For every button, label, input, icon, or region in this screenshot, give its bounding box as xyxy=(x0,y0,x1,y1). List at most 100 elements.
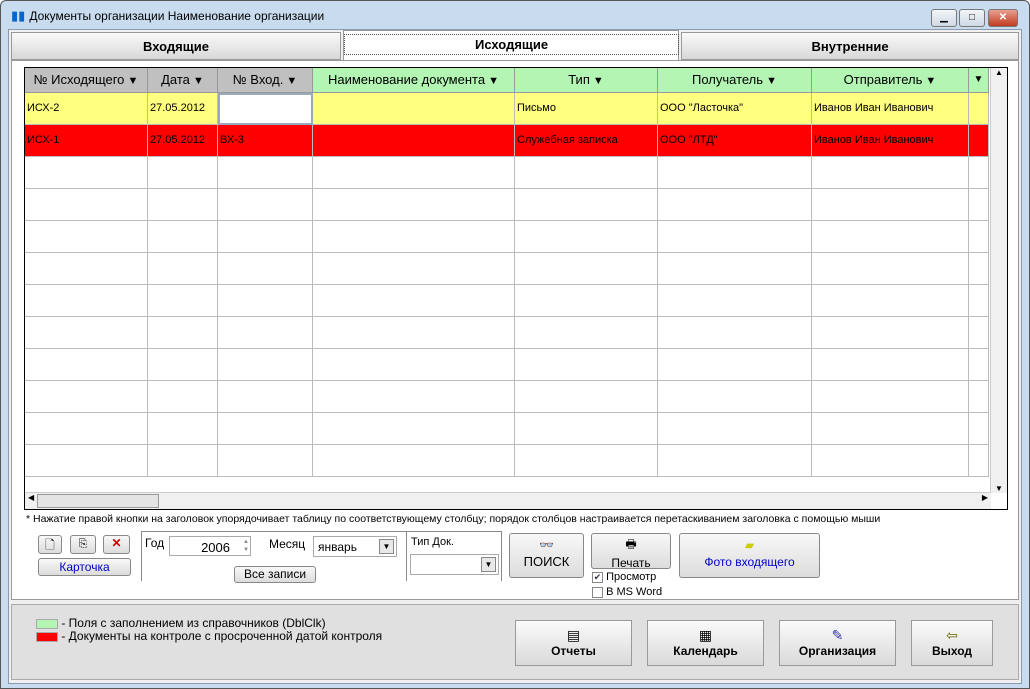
table-cell[interactable] xyxy=(218,349,313,381)
tab-outgoing[interactable]: Исходящие xyxy=(343,30,680,60)
table-cell[interactable] xyxy=(515,253,658,285)
spinner[interactable]: ▲ ▼ xyxy=(235,538,249,554)
table-cell[interactable] xyxy=(218,189,313,221)
table-cell[interactable] xyxy=(218,221,313,253)
table-cell[interactable] xyxy=(313,189,515,221)
tab-incoming[interactable]: Входящие xyxy=(11,32,341,60)
organization-button[interactable]: ✎ Организация xyxy=(779,620,896,666)
table-cell[interactable] xyxy=(313,381,515,413)
table-cell[interactable] xyxy=(313,445,515,477)
table-cell[interactable]: Иванов Иван Иванович xyxy=(812,93,969,125)
table-cell[interactable] xyxy=(969,413,989,445)
column-header[interactable]: № Вход. ▼ xyxy=(218,68,313,93)
table-cell[interactable] xyxy=(658,285,812,317)
table-cell[interactable] xyxy=(812,317,969,349)
close-button[interactable]: ✕ xyxy=(988,9,1018,27)
active-cell-editor[interactable] xyxy=(218,93,313,125)
table-cell[interactable] xyxy=(969,157,989,189)
table-cell[interactable] xyxy=(969,445,989,477)
table-cell[interactable]: ИСХ-2 xyxy=(25,93,148,125)
checkbox-unchecked[interactable] xyxy=(592,586,603,598)
table-cell[interactable] xyxy=(969,349,989,381)
month-select[interactable]: январь ▼ xyxy=(313,536,397,557)
table-cell[interactable] xyxy=(313,125,515,157)
table-cell[interactable] xyxy=(812,349,969,381)
column-header[interactable]: Наименование документа ▼ xyxy=(313,68,515,93)
table-cell[interactable] xyxy=(658,381,812,413)
table-cell[interactable] xyxy=(148,253,218,285)
table-cell[interactable] xyxy=(148,381,218,413)
table-cell[interactable] xyxy=(218,157,313,189)
table-cell[interactable]: ВХ-3 xyxy=(218,125,313,157)
card-button[interactable]: Карточка xyxy=(38,558,131,576)
table-cell[interactable] xyxy=(515,157,658,189)
table-cell[interactable] xyxy=(148,349,218,381)
table-cell[interactable] xyxy=(25,221,148,253)
table-cell[interactable] xyxy=(969,253,989,285)
table-cell[interactable] xyxy=(148,317,218,349)
table-cell[interactable]: Письмо xyxy=(515,93,658,125)
table-cell[interactable] xyxy=(969,189,989,221)
table-cell[interactable] xyxy=(25,189,148,221)
year-input[interactable]: 2006 ▲ ▼ xyxy=(169,536,251,556)
table-cell[interactable] xyxy=(218,413,313,445)
table-cell[interactable] xyxy=(218,285,313,317)
table-cell[interactable] xyxy=(969,381,989,413)
search-button[interactable]: 👓 ПОИСК xyxy=(509,533,584,578)
column-header-more[interactable]: ▼ xyxy=(969,68,989,93)
table-cell[interactable] xyxy=(515,349,658,381)
table-cell[interactable]: Иванов Иван Иванович xyxy=(812,125,969,157)
table-cell[interactable] xyxy=(515,381,658,413)
table-cell[interactable] xyxy=(658,189,812,221)
table-cell[interactable]: ООО "Ласточка" xyxy=(658,93,812,125)
table-cell[interactable] xyxy=(148,157,218,189)
reports-button[interactable]: ▤ Отчеты xyxy=(515,620,632,666)
table-cell[interactable] xyxy=(218,253,313,285)
table-cell[interactable] xyxy=(515,413,658,445)
table-cell[interactable]: 27.05.2012 xyxy=(148,125,218,157)
table-cell[interactable] xyxy=(969,285,989,317)
table-cell[interactable] xyxy=(658,349,812,381)
table-cell[interactable] xyxy=(218,445,313,477)
table-cell[interactable] xyxy=(25,253,148,285)
table-cell[interactable] xyxy=(658,157,812,189)
table-cell[interactable] xyxy=(515,445,658,477)
preview-checkbox[interactable]: ✔ Просмотр xyxy=(592,571,656,583)
horizontal-scrollbar[interactable]: ◀ ▶ xyxy=(25,492,991,509)
table-cell[interactable] xyxy=(812,221,969,253)
column-header[interactable]: Отправитель ▼ xyxy=(812,68,969,93)
table-cell[interactable]: ООО "ЛТД" xyxy=(658,125,812,157)
table-cell[interactable] xyxy=(313,317,515,349)
table-cell[interactable]: ИСХ-1 xyxy=(25,125,148,157)
calendar-button[interactable]: ▦ Календарь xyxy=(647,620,764,666)
table-cell[interactable] xyxy=(515,317,658,349)
column-header[interactable]: Получатель ▼ xyxy=(658,68,812,93)
vertical-scrollbar[interactable]: ▲ ▼ xyxy=(990,68,1007,493)
column-header[interactable]: № Исходящего ▼ xyxy=(25,68,148,93)
table-cell[interactable] xyxy=(515,221,658,253)
table-cell[interactable] xyxy=(969,221,989,253)
photo-button[interactable]: ▰ Фото входящего xyxy=(679,533,820,578)
tab-internal[interactable]: Внутренние xyxy=(681,32,1019,60)
table-cell[interactable] xyxy=(812,189,969,221)
table-cell[interactable] xyxy=(969,93,989,125)
table-cell[interactable] xyxy=(658,253,812,285)
table-cell[interactable] xyxy=(25,413,148,445)
exit-button[interactable]: ⇦ Выход xyxy=(911,620,993,666)
table-cell[interactable] xyxy=(25,349,148,381)
table-cell[interactable] xyxy=(812,445,969,477)
table-cell[interactable]: Служебная записка xyxy=(515,125,658,157)
table-cell[interactable] xyxy=(25,285,148,317)
table-cell[interactable] xyxy=(313,93,515,125)
table-cell[interactable] xyxy=(25,381,148,413)
table-cell[interactable] xyxy=(313,253,515,285)
table-cell[interactable] xyxy=(812,157,969,189)
msword-checkbox[interactable]: В MS Word xyxy=(592,586,662,598)
table-cell[interactable] xyxy=(25,445,148,477)
table-cell[interactable] xyxy=(812,413,969,445)
table-cell[interactable] xyxy=(812,285,969,317)
table-cell[interactable] xyxy=(25,157,148,189)
table-cell[interactable] xyxy=(148,221,218,253)
table-cell[interactable] xyxy=(658,413,812,445)
table-cell[interactable] xyxy=(969,125,989,157)
